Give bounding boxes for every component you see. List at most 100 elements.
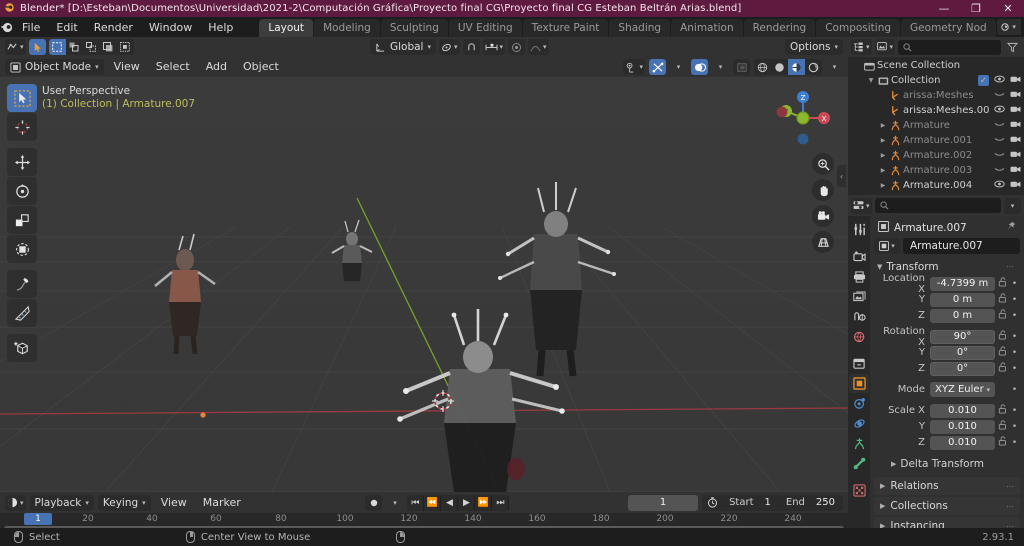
animate-property-icon[interactable]: • <box>1009 364 1020 374</box>
animate-property-icon[interactable]: • <box>1009 311 1020 321</box>
outliner-row-scene-collection[interactable]: ▶ Scene Collection <box>848 58 1024 73</box>
timeline-ruler[interactable]: 20 40 60 80 100 120 140 160 180 200 220 … <box>0 513 848 526</box>
camera-icon[interactable] <box>1010 180 1021 191</box>
proportional-falloff-icon[interactable]: ▾ <box>528 39 549 55</box>
navigation-gizmo[interactable]: Z Y X <box>772 87 834 149</box>
start-frame-label[interactable]: Start <box>722 494 761 511</box>
xray-toggle-icon[interactable] <box>733 59 750 75</box>
viewport-options-dropdown[interactable]: Options ▾ <box>784 39 844 55</box>
play-reverse-button[interactable]: ◀ <box>441 494 459 511</box>
end-frame-value[interactable]: 250 <box>811 494 843 511</box>
lock-icon[interactable] <box>995 346 1009 359</box>
eye-icon[interactable] <box>994 105 1005 116</box>
active-tool-tweak-icon[interactable] <box>28 39 46 55</box>
viewport-overlays-icon[interactable] <box>691 59 708 75</box>
jump-to-start-button[interactable]: ⏮ <box>407 494 425 511</box>
tool-rotate[interactable] <box>7 177 37 205</box>
select-all-icon[interactable] <box>117 39 134 55</box>
properties-options-chevron-icon[interactable]: ▾ <box>1004 197 1021 214</box>
proportional-edit-icon[interactable] <box>508 39 526 55</box>
tool-move[interactable] <box>7 148 37 176</box>
current-frame-field[interactable]: 1 <box>628 494 699 511</box>
camera-icon[interactable] <box>1010 150 1021 161</box>
relations-panel-header[interactable]: ▶ Relations ⋯ <box>874 477 1020 495</box>
menu-render[interactable]: Render <box>86 19 141 36</box>
workspace-tab-uv-editing[interactable]: UV Editing <box>448 19 522 37</box>
play-button[interactable]: ▶ <box>458 494 476 511</box>
animate-property-icon[interactable]: • <box>1009 406 1020 416</box>
tool-tweak-select[interactable] <box>7 84 37 112</box>
editor-type-icon[interactable]: ▾ <box>5 39 26 55</box>
object-visibility-icon[interactable]: ▾ <box>623 59 645 75</box>
filter-icon[interactable] <box>1004 39 1021 55</box>
location-z-field[interactable]: 0 m <box>930 308 995 323</box>
outliner-row-armature[interactable]: ▶ Armature <box>848 118 1024 133</box>
outliner-row-arissa-meshes-001[interactable]: ▶ arissa:Meshes.00 <box>848 103 1024 118</box>
tool-add-cube[interactable] <box>7 334 37 362</box>
transform-panel-header[interactable]: ▼ Transform ⋯ <box>874 258 1020 275</box>
object-type-icon[interactable]: ▾ <box>874 238 900 254</box>
collection-checkbox[interactable]: ✓ <box>978 75 989 86</box>
viewport-gizmos-icon[interactable] <box>649 59 666 75</box>
camera-icon[interactable] <box>1010 90 1021 101</box>
scale-y-field[interactable]: 0.010 <box>930 419 995 434</box>
gizmos-dropdown-icon[interactable]: ▾ <box>670 59 687 75</box>
timeline-menu-marker[interactable]: Marker <box>197 495 247 511</box>
timeline-editor-icon[interactable]: ▾ <box>5 494 26 511</box>
pin-icon[interactable] <box>1006 221 1016 234</box>
auto-keying-record-icon[interactable] <box>365 494 383 511</box>
collections-panel-header[interactable]: ▶ Collections ⋯ <box>874 497 1020 515</box>
eye-icon[interactable] <box>994 135 1005 146</box>
menu-edit[interactable]: Edit <box>48 19 85 36</box>
workspace-tab-rendering[interactable]: Rendering <box>743 19 816 37</box>
object-name-field[interactable]: Armature.007 <box>903 238 1020 254</box>
camera-icon[interactable] <box>1010 165 1021 176</box>
workspace-tab-texture-paint[interactable]: Texture Paint <box>522 19 609 37</box>
tool-tab[interactable] <box>849 220 869 239</box>
camera-icon[interactable] <box>1010 120 1021 131</box>
eye-icon[interactable] <box>994 90 1005 101</box>
workspace-tab-sculpting[interactable]: Sculpting <box>380 19 448 37</box>
expand-triangle[interactable]: ▶ <box>878 122 888 129</box>
close-button[interactable]: ✕ <box>992 0 1024 17</box>
lock-icon[interactable] <box>995 330 1009 343</box>
scene-selector[interactable]: ▾ Scene ⧉ ✕ <box>996 19 1024 35</box>
tool-annotate[interactable] <box>7 270 37 298</box>
scale-z-field[interactable]: 0.010 <box>930 435 995 450</box>
object-constraint-tab[interactable] <box>849 434 869 453</box>
material-preview-shading-icon[interactable] <box>788 59 805 75</box>
eye-icon[interactable] <box>994 165 1005 176</box>
outliner-row-armature-001[interactable]: ▶ Armature.001 <box>848 133 1024 148</box>
ortho-persp-toggle-icon[interactable] <box>812 231 834 253</box>
workspace-tab-animation[interactable]: Animation <box>671 19 743 37</box>
animate-property-icon[interactable]: • <box>1009 422 1020 432</box>
select-circle-icon[interactable] <box>66 39 83 55</box>
timeline-menu-keying[interactable]: Keying ▾ <box>97 494 151 511</box>
select-intersect-icon[interactable] <box>100 39 117 55</box>
rotation-mode-dropdown[interactable]: XYZ Euler ▾ <box>930 382 995 397</box>
interaction-mode-dropdown[interactable]: Object Mode ▾ <box>5 59 104 75</box>
shading-mode-group[interactable] <box>754 59 822 75</box>
expand-triangle[interactable]: ▶ <box>878 167 888 174</box>
solid-shading-icon[interactable] <box>771 59 788 75</box>
delta-transform-subpanel[interactable]: ▶ Delta Transform <box>874 456 1020 472</box>
eye-icon[interactable] <box>994 150 1005 161</box>
animate-property-icon[interactable]: • <box>1009 295 1020 305</box>
rotation-y-field[interactable]: 0° <box>930 345 995 360</box>
menu-help[interactable]: Help <box>200 19 241 36</box>
select-mode-group[interactable] <box>48 39 134 55</box>
scale-x-field[interactable]: 0.010 <box>930 403 995 418</box>
outliner-editor-type-icon[interactable]: ▾ <box>851 39 872 55</box>
eye-icon[interactable] <box>994 75 1005 86</box>
snap-pivot-icon[interactable]: ▾ <box>438 39 460 55</box>
animate-property-icon[interactable]: • <box>1009 332 1020 342</box>
workspace-tab-geometry-nodes[interactable]: Geometry Nod <box>901 19 996 37</box>
lock-icon[interactable] <box>995 436 1009 449</box>
camera-icon[interactable] <box>1010 75 1021 86</box>
workspace-tab-modeling[interactable]: Modeling <box>314 19 380 37</box>
snap-target-icon[interactable]: ▾ <box>482 39 506 55</box>
material-tab[interactable] <box>849 481 869 500</box>
view-layer-tab[interactable] <box>849 287 869 306</box>
location-y-field[interactable]: 0 m <box>930 292 995 307</box>
scene-icon[interactable]: ▾ <box>996 19 1021 35</box>
